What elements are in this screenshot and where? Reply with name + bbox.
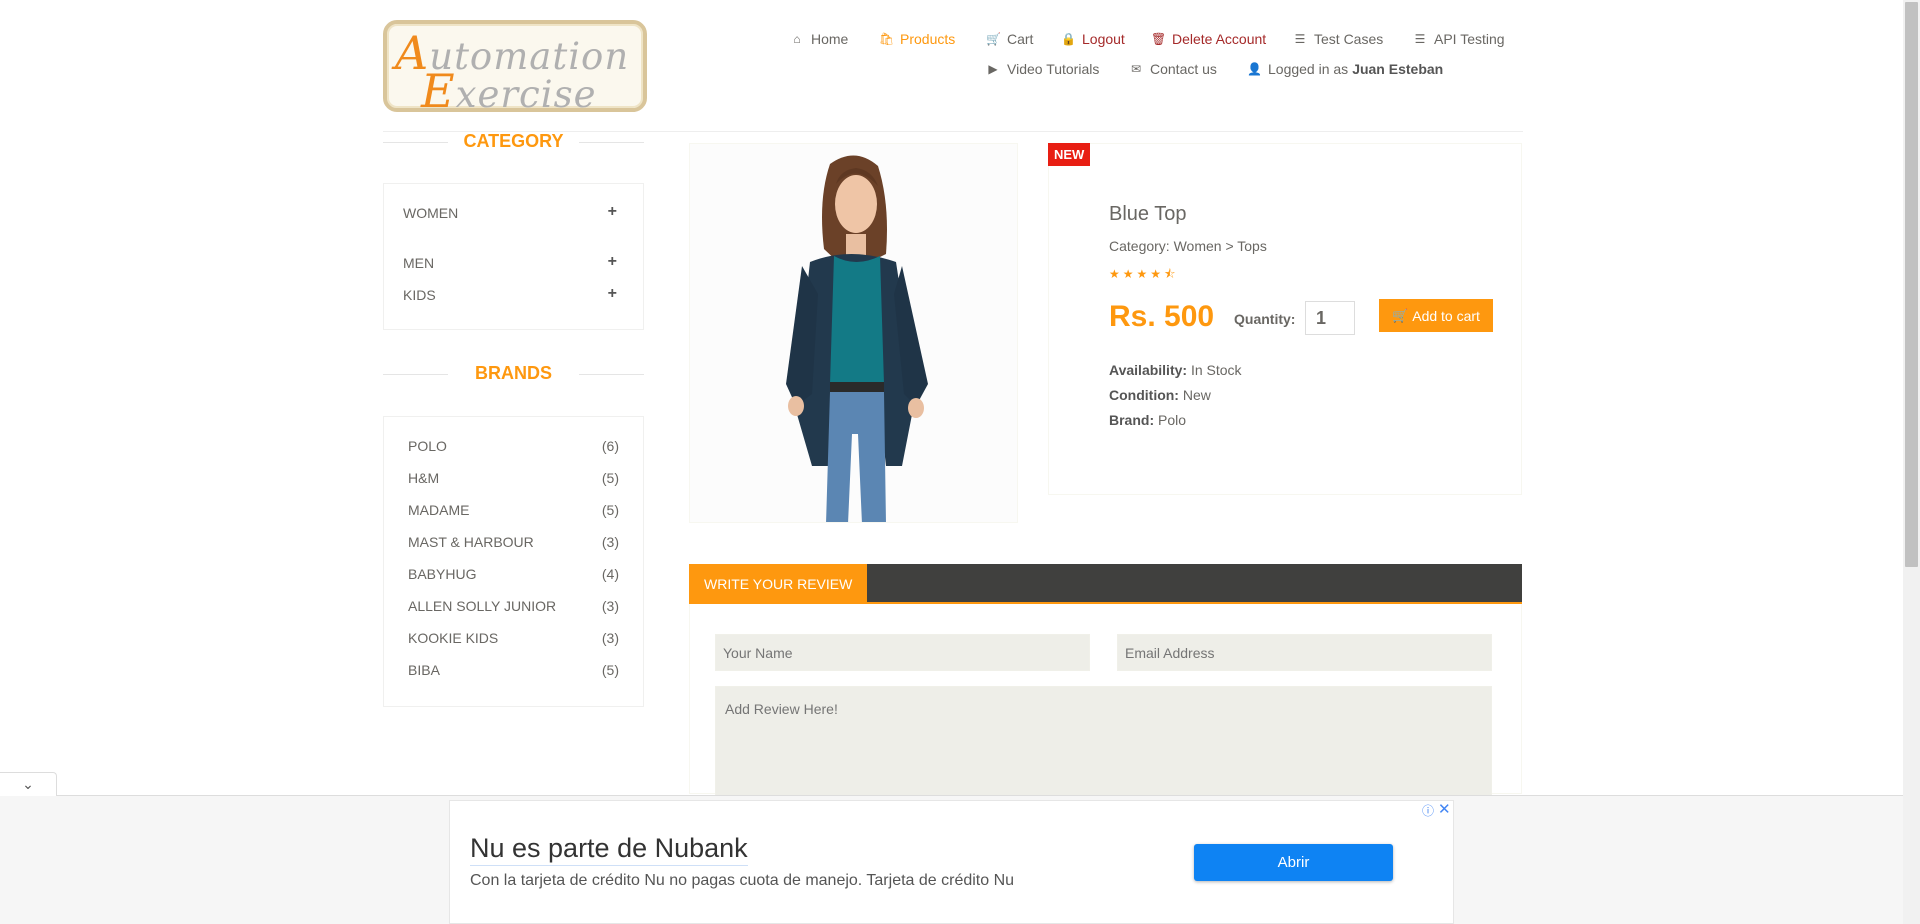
- brand-item-kookie-kids[interactable]: KOOKIE KIDS (3): [408, 630, 619, 646]
- brand-item-polo[interactable]: POLO (6): [408, 438, 619, 454]
- category-panel: WOMEN + MEN + KIDS +: [383, 183, 644, 330]
- brand-item-hm[interactable]: H&M (5): [408, 470, 619, 486]
- brand-item-allen-solly-junior[interactable]: ALLEN SOLLY JUNIOR (3): [408, 598, 619, 614]
- product-price: Rs. 500: [1109, 300, 1215, 333]
- product-name: Blue Top: [1109, 203, 1187, 225]
- scrollbar-thumb[interactable]: [1905, 2, 1918, 567]
- nav-contact-us[interactable]: ✉ Contact us: [1129, 61, 1217, 77]
- new-badge: NEW: [1048, 143, 1091, 166]
- quantity-label: Quantity:: [1234, 311, 1296, 327]
- ad-close-icon[interactable]: ✕: [1438, 800, 1451, 818]
- category-item-men[interactable]: MEN +: [403, 253, 617, 271]
- youtube-play-icon: ▶: [988, 62, 998, 76]
- product-category: Category: Women > Tops: [1109, 238, 1267, 254]
- nav-delete-account[interactable]: 🗑 Delete Account: [1151, 31, 1266, 47]
- logo-line-2: Exercise: [421, 64, 597, 118]
- plus-icon[interactable]: +: [608, 285, 617, 303]
- quantity-input[interactable]: [1305, 301, 1355, 335]
- brands-panel: POLO (6) H&M (5) MADAME (5) MAST & HARBOUR(…: [383, 416, 644, 707]
- cart-icon: 🛒: [986, 32, 1001, 46]
- tab-write-review[interactable]: WRITE YOUR REVIEW: [689, 564, 868, 604]
- rating-stars: ★★★★⯪: [1109, 265, 1178, 286]
- star-icon: ★: [1136, 267, 1151, 281]
- plus-icon[interactable]: +: [608, 253, 617, 271]
- category-item-kids[interactable]: KIDS +: [403, 285, 617, 303]
- half-star-icon: ⯪: [1164, 267, 1179, 281]
- availability: Availability: In Stock: [1109, 362, 1242, 378]
- shopping-bag-icon: 🛍: [879, 32, 895, 46]
- review-name-input[interactable]: [715, 634, 1090, 671]
- nav-video-tutorials[interactable]: ▶ Video Tutorials: [986, 61, 1099, 77]
- site-logo[interactable]: Automation Exercise: [383, 20, 647, 118]
- ad-title[interactable]: Nu es parte de Nubank: [470, 833, 748, 866]
- star-icon: ★: [1150, 267, 1165, 281]
- logged-in-username: Juan Esteban: [1352, 61, 1444, 77]
- ad-info-icon[interactable]: ⓘ: [1422, 802, 1434, 819]
- nav-home[interactable]: ⌂ Home: [790, 31, 848, 47]
- condition: Condition: New: [1109, 387, 1211, 403]
- brand-item-madame[interactable]: MADAME (5): [408, 502, 619, 518]
- category-item-women[interactable]: WOMEN +: [403, 203, 617, 221]
- trash-icon: 🗑: [1151, 32, 1167, 46]
- brand-item-mast-harbour[interactable]: MAST & HARBOUR (3): [408, 534, 619, 550]
- nav-products[interactable]: 🛍 Products: [879, 31, 955, 47]
- nav-test-cases[interactable]: ☰ Test Cases: [1293, 31, 1384, 47]
- add-to-cart-button[interactable]: 🛒 Add to cart: [1379, 299, 1493, 332]
- chevron-down-icon: ⌄: [22, 776, 34, 792]
- brand-item-babyhug[interactable]: BABYHUG (4): [408, 566, 619, 582]
- list-icon: ☰: [1414, 32, 1426, 46]
- star-icon: ★: [1122, 267, 1137, 281]
- ad-open-button[interactable]: Abrir: [1194, 844, 1393, 881]
- user-icon: 👤: [1247, 62, 1262, 76]
- cart-icon: 🛒: [1392, 307, 1409, 323]
- category-title: CATEGORY: [383, 131, 644, 152]
- review-textarea[interactable]: [715, 686, 1492, 796]
- product-photo-illustration: [786, 155, 928, 522]
- nav-api-testing[interactable]: ☰ API Testing: [1413, 31, 1505, 47]
- ad-collapse-button[interactable]: ⌄: [0, 772, 57, 796]
- nav-logout[interactable]: 🔒 Logout: [1061, 31, 1125, 47]
- brand-item-biba[interactable]: BIBA (5): [408, 662, 619, 678]
- review-email-input[interactable]: [1117, 634, 1492, 671]
- ad-subtitle: Con la tarjeta de crédito Nu no pagas cu…: [470, 872, 1015, 889]
- list-icon: ☰: [1294, 32, 1306, 46]
- page-scrollbar[interactable]: [1903, 0, 1920, 924]
- brands-title: BRANDS: [383, 363, 644, 384]
- brand: Brand: Polo: [1109, 412, 1187, 428]
- star-icon: ★: [1109, 267, 1123, 281]
- lock-icon: 🔒: [1061, 32, 1076, 46]
- plus-icon[interactable]: +: [608, 203, 617, 221]
- envelope-icon: ✉: [1130, 62, 1142, 76]
- nav-logged-in-as[interactable]: 👤 Logged in as Juan Esteban: [1247, 61, 1443, 77]
- product-image: [689, 143, 1018, 523]
- home-icon: ⌂: [793, 32, 801, 46]
- nav-cart[interactable]: 🛒 Cart: [986, 31, 1033, 47]
